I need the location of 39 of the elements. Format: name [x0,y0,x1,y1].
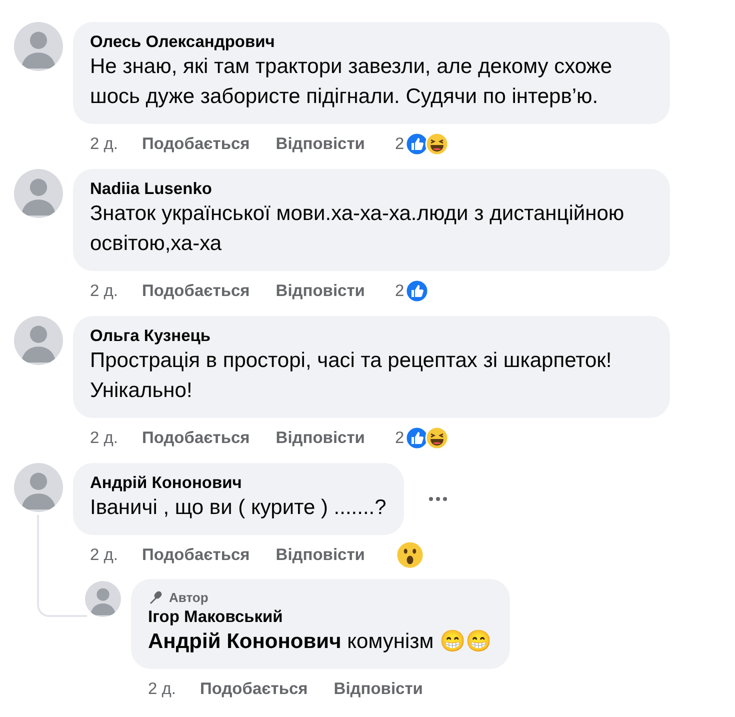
reply-link[interactable]: Відповісти [276,428,365,448]
author-name[interactable]: Олесь Олександрович [90,32,652,52]
reply-link[interactable]: Відповісти [276,134,365,154]
comment-text: Андрій Кононович комунізм 😁😁 [148,629,492,655]
comment-time[interactable]: 2 д. [90,282,118,300]
reaction-count[interactable]: 2 [394,428,404,448]
like-link[interactable]: Подобається [142,546,250,564]
surprised-face-icon [394,540,425,570]
microphone-icon [148,590,164,606]
comment-time[interactable]: 2 д. [90,428,118,448]
author-name[interactable]: Ігор Маковський [148,607,492,627]
author-name[interactable]: Андрій Кононович [90,473,386,493]
reaction-count[interactable]: 2 [394,282,404,300]
laughing-face-icon [425,426,450,450]
like-reaction-icon [405,279,430,303]
comment-text: Іваничі , що ви ( курите ) .......? [90,495,386,521]
reply-link[interactable]: Відповісти [334,680,423,698]
badge-label: Автор [169,589,208,607]
reply-link[interactable]: Відповісти [276,282,365,300]
reply-link[interactable]: Відповісти [276,546,365,564]
like-link[interactable]: Подобається [142,428,250,448]
comment-text: Не знаю, які там трактори завезли, але декому схоже шось дуже забористе підігнали. Судячи по інтерв’ю. [90,54,614,110]
avatar[interactable] [14,169,63,218]
reaction-count[interactable]: 2 [394,134,404,154]
avatar[interactable] [14,316,63,365]
avatar[interactable] [14,463,63,512]
like-link[interactable]: Подобається [142,134,250,154]
avatar[interactable] [85,581,121,617]
comment-text: Прострація в просторі, часі та рецептах зі шкарпеток! Унікально! [90,348,613,404]
comment-time[interactable]: 2 д. [148,680,176,698]
like-link[interactable]: Подобається [142,282,250,300]
comment-time[interactable]: 2 д. [90,546,118,564]
author-name[interactable]: Ольга Кузнець [90,326,652,346]
avatar[interactable] [14,22,63,71]
comment-time[interactable]: 2 д. [90,134,118,154]
comment-text: Знаток української мови.ха-ха-ха.люди з дистанційною освітою,ха-ха [90,201,626,257]
laughing-face-icon [425,132,450,156]
author-name[interactable]: Nadiia Lusenko [90,179,652,199]
like-link[interactable]: Подобається [200,680,308,698]
